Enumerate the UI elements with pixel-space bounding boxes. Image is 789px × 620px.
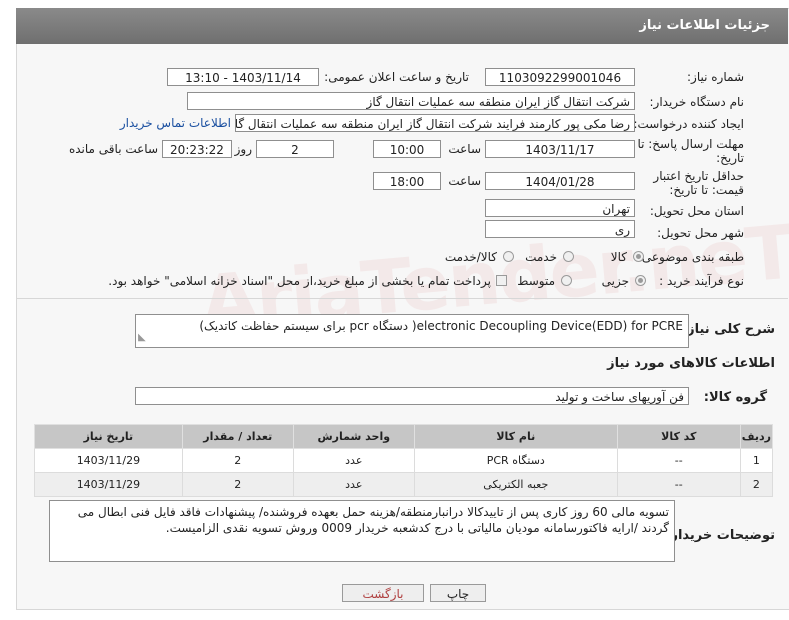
process-label: نوع فرآیند خرید : [659,274,744,288]
goods-table: ردیف کد کالا نام کالا واحد شمارش تعداد /… [34,424,774,497]
buyer-notes-label: توضیحات خریدار: [665,528,775,543]
province-label: استان محل تحویل: [649,204,744,218]
back-button[interactable]: بازگشت [342,584,424,602]
table-header-row: ردیف کد کالا نام کالا واحد شمارش تعداد /… [34,424,774,449]
column-header: نام کالا [413,424,618,449]
column-header: تاریخ نیاز [34,424,183,449]
divider [16,298,788,299]
buyer-notes-field: تسویه مالی 60 روز کاری پس از تاییدکالا د… [49,500,675,562]
process-medium-radio[interactable] [561,275,572,286]
goods-group-field: فن آوریهای ساخت و تولید [135,387,689,405]
treasury-payment-text: پرداخت تمام یا بخشی از مبلغ خرید،از محل … [108,274,491,288]
table-cell: 1 [739,448,774,473]
table-cell: -- [616,472,741,497]
description-field: electronic Decoupling Device(EDD) for PC… [135,314,689,348]
announce-label: تاریخ و ساعت اعلان عمومی: [324,70,469,84]
column-header: کد کالا [616,424,741,449]
category-service-label: خدمت [525,250,557,264]
city-field: ری [485,220,635,238]
category-both-radio[interactable] [503,251,514,262]
deadline-label: مهلت ارسال پاسخ: تا تاریخ: [637,137,744,165]
page-title: جزئیات اطلاعات نیاز [639,18,770,33]
city-label: شهر محل تحویل: [657,226,744,240]
buyer-contact-link[interactable]: اطلاعات تماس خریدار [120,116,231,130]
buyer-notes-text: تسویه مالی 60 روز کاری پس از تاییدکالا د… [77,505,669,535]
category-label: طبقه بندی موضوعی: [637,250,744,264]
remaining-time-field: 20:23:22 [162,140,232,158]
creator-field: رضا مکی پور کارمند فرایند شرکت انتقال گا… [235,114,635,132]
table-row: 1 -- دستگاه PCR عدد 2 1403/11/29 [34,448,774,473]
days-field: 2 [256,140,334,158]
deadline-date-field: 1403/11/17 [485,140,635,158]
deadline-time-label: ساعت [448,142,481,156]
category-goods-radio[interactable] [633,251,644,262]
category-goods-label: کالا [610,250,627,264]
validity-label: حداقل تاریخ اعتبار قیمت: تا تاریخ: [653,169,744,197]
panel-header: جزئیات اطلاعات نیاز [16,8,788,44]
table-cell: دستگاه PCR [413,448,618,473]
column-header: تعداد / مقدار [181,424,294,449]
validity-time-label: ساعت [448,174,481,188]
table-cell: 1403/11/29 [34,448,183,473]
buyer-field: شرکت انتقال گاز ایران منطقه سه عملیات ان… [187,92,635,110]
table-cell: -- [616,448,741,473]
need-number-field: 1103092299001046 [485,68,635,86]
column-header: واحد شمارش [292,424,415,449]
buyer-label: نام دستگاه خریدار: [649,95,745,109]
deadline-time-field: 10:00 [373,140,441,158]
need-number-label: شماره نیاز: [687,70,744,84]
validity-time-field: 18:00 [373,172,441,190]
process-minor-label: جزیی [601,274,629,288]
table-cell: 1403/11/29 [34,472,183,497]
treasury-payment-checkbox[interactable] [496,275,507,286]
resize-grip-icon[interactable]: ◢ [138,330,146,346]
province-field: تهران [485,199,635,217]
table-row: 2 -- جعبه الکتریکی عدد 2 1403/11/29 [34,472,774,497]
announce-field: 1403/11/14 - 13:10 [167,68,319,86]
description-text: electronic Decoupling Device(EDD) for PC… [199,319,683,333]
table-cell: 2 [181,472,294,497]
validity-date-field: 1404/01/28 [485,172,635,190]
table-cell: عدد [292,472,415,497]
table-cell: عدد [292,448,415,473]
column-header: ردیف [739,424,774,449]
table-cell: جعبه الکتریکی [413,472,618,497]
category-service-radio[interactable] [563,251,574,262]
table-cell: 2 [181,448,294,473]
process-minor-radio[interactable] [635,275,646,286]
description-label: شرح کلی نیاز: [681,322,775,337]
print-button[interactable]: چاپ [430,584,486,602]
goods-section-title: اطلاعات کالاهای مورد نیاز [607,356,775,371]
creator-label: ایجاد کننده درخواست: [633,117,744,131]
remaining-label: ساعت باقی مانده [68,142,158,156]
table-cell: 2 [739,472,774,497]
category-both-label: کالا/خدمت [444,250,497,264]
goods-group-label: گروه کالا: [703,390,767,405]
process-medium-label: متوسط [517,274,555,288]
